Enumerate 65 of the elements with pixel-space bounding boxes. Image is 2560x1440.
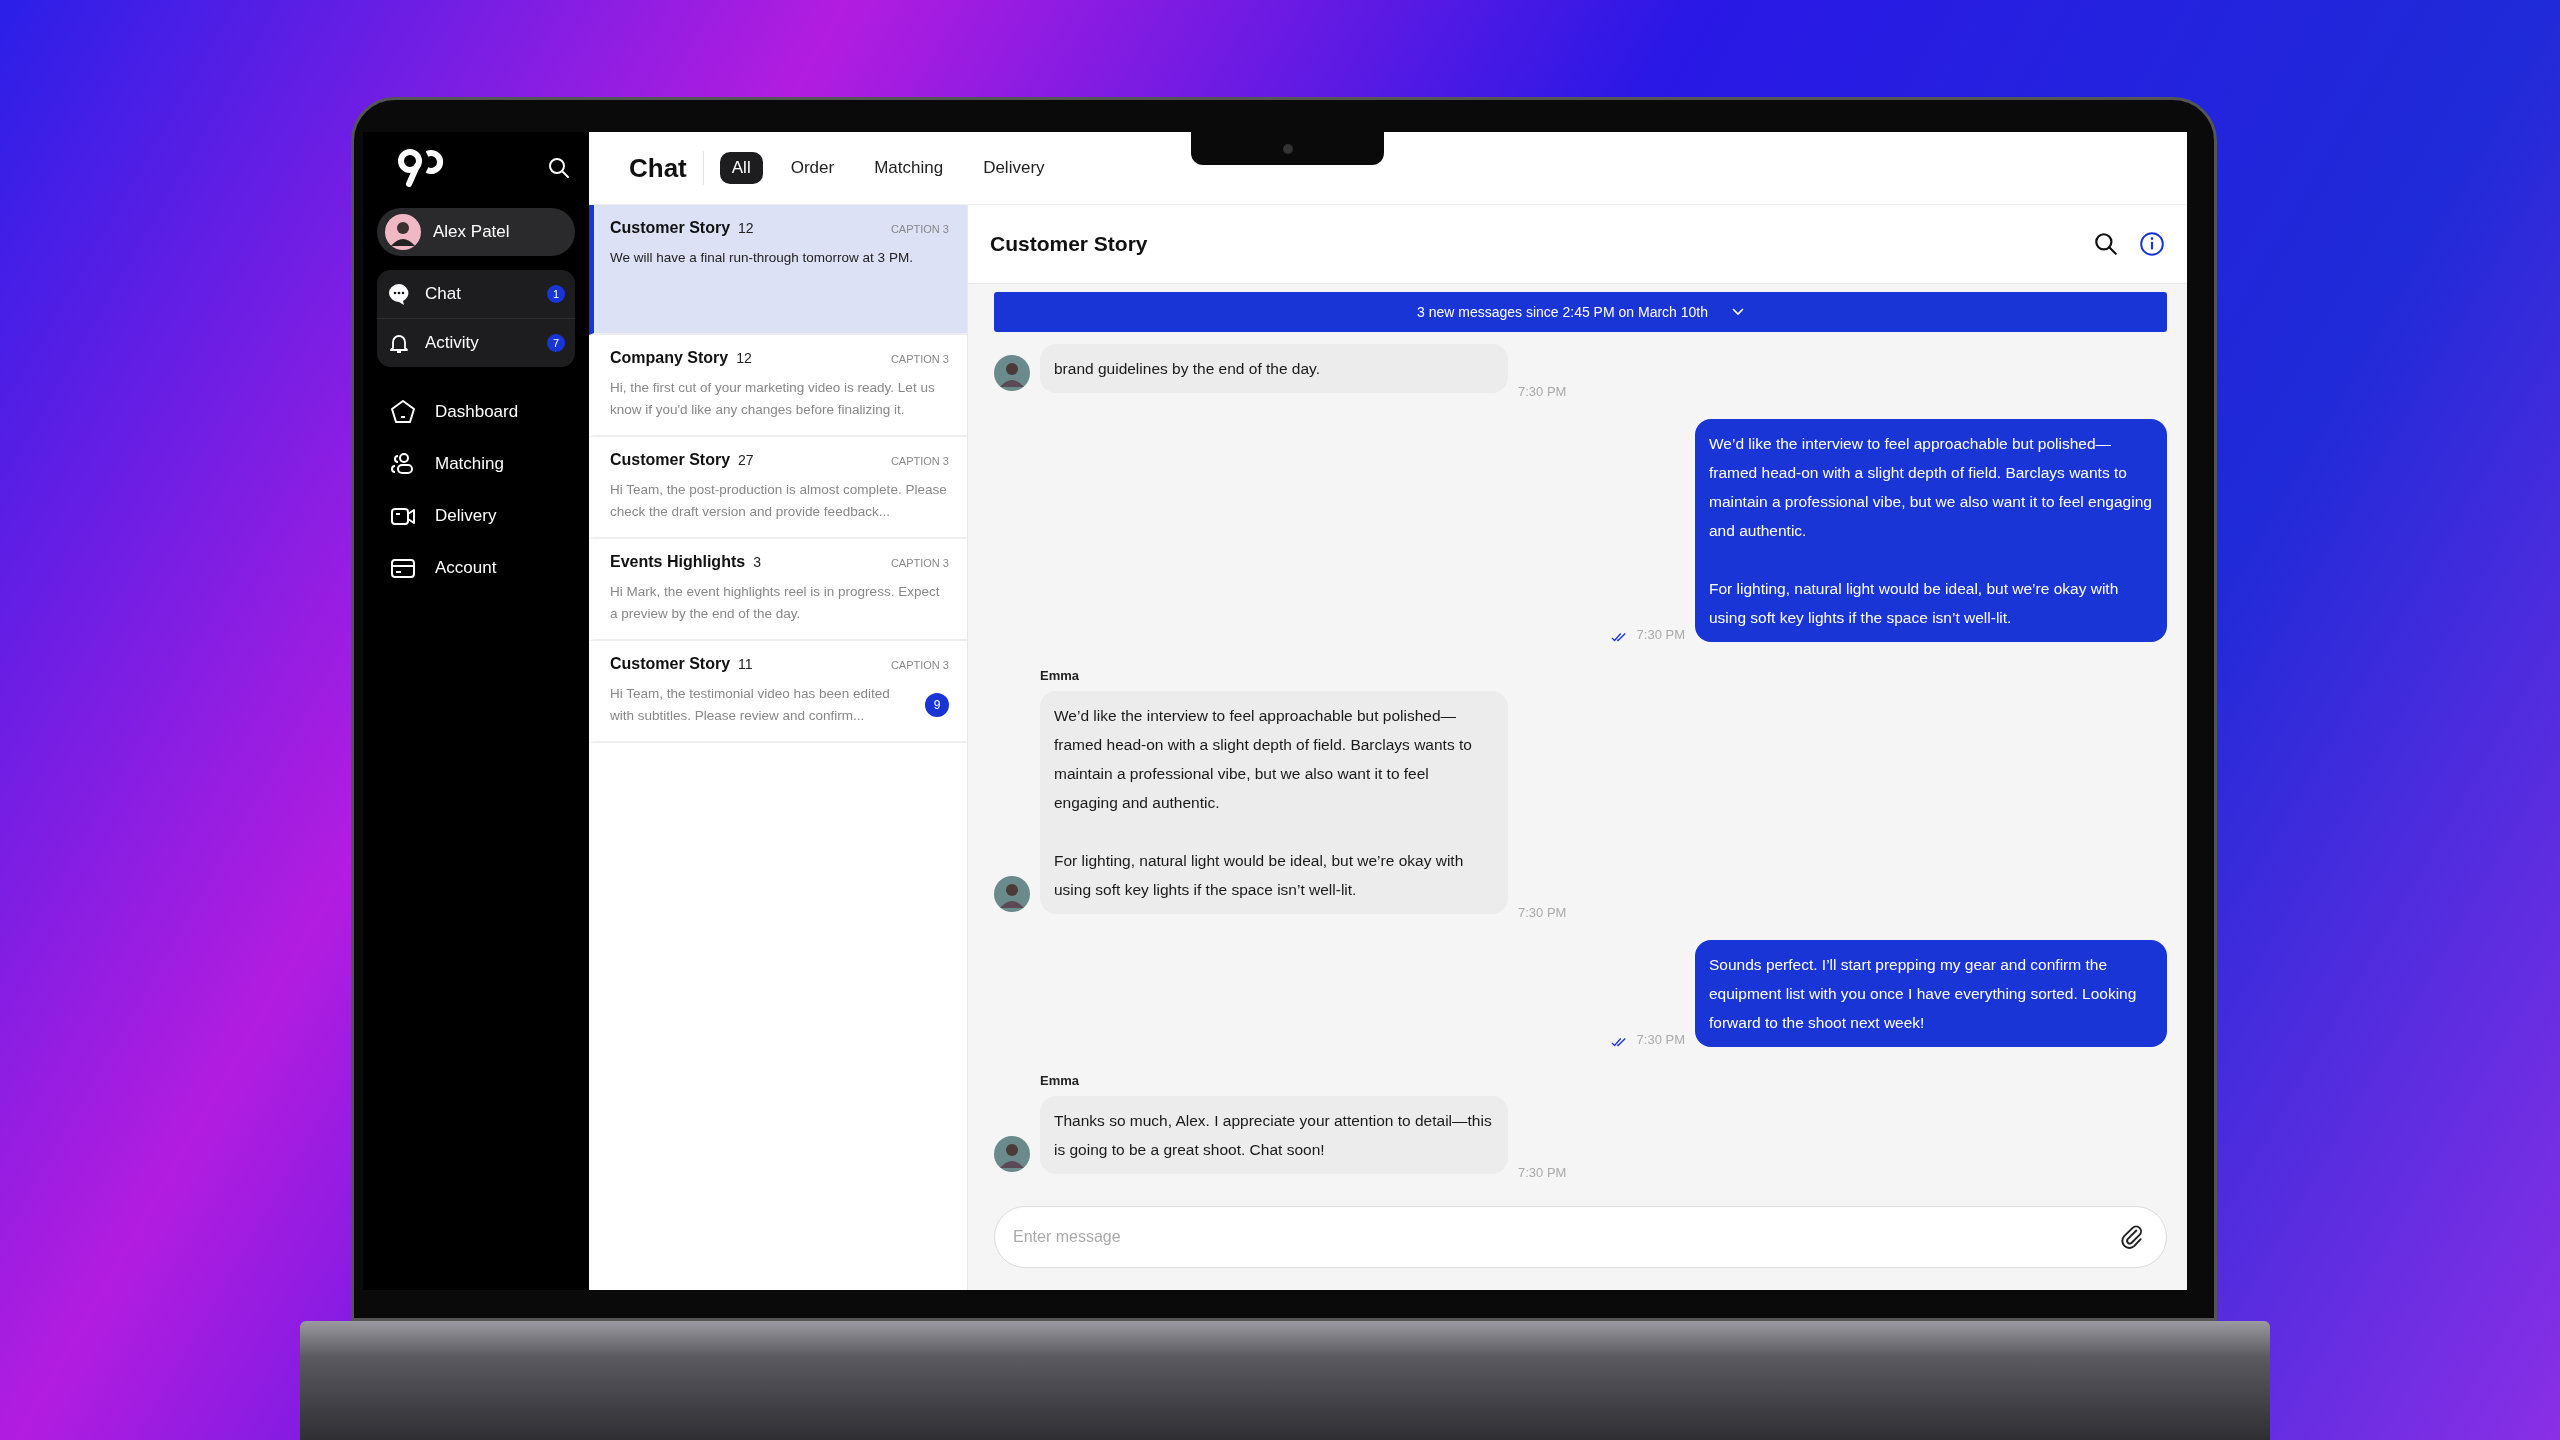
conversation-title: Customer Story — [610, 451, 731, 469]
sidebar-item[interactable]: Chat 1 — [377, 270, 575, 318]
message-preview: We will have a final run-through tomorrow at 3 PM. — [610, 249, 914, 267]
sender-name: Emma — [1040, 668, 1081, 683]
conversation-count: 27 — [738, 452, 755, 468]
avatar-icon — [994, 1136, 1030, 1172]
conversation-count: 12 — [738, 220, 755, 236]
conversation-count: 11 — [738, 656, 754, 672]
conversation-item[interactable]: Customer Story 11 CAPTION 3 Hi Team, the testimonial video has been edited with subtitles. Please review and confirm... 9 — [589, 641, 967, 743]
sender-name: Emma — [1040, 1073, 1081, 1088]
message-preview: Hi Team, the post-production is almost complete. Please check the draft version and provide feedback... — [610, 481, 948, 521]
message-bubble: We’d like the interview to feel approachable but polished—framed head-on with a slight depth of field. Barclays wants to maintain a professional vibe, but we also want it to feel engaging and authentic. For lighting, natural light would be ideal, but we’re okay with using soft key lights if the space isn’t well-lit. — [1040, 691, 1508, 914]
message-time: 7:30 PM — [1518, 384, 1567, 399]
avatar-icon — [385, 214, 421, 250]
count-badge: 7 — [547, 334, 565, 352]
conversation-header-title: Customer Story — [990, 232, 1149, 256]
filter-tab[interactable]: All — [719, 152, 763, 184]
conversation-title: Customer Story — [610, 655, 731, 673]
filter-tab[interactable]: Delivery — [971, 152, 1057, 184]
filter-tab[interactable]: Matching — [862, 152, 956, 184]
avatar-icon — [994, 355, 1030, 391]
page-title: Chat — [629, 152, 687, 184]
message-preview: Hi Team, the testimonial video has been edited with subtitles. Please review and confirm... — [610, 685, 891, 725]
paperclip-icon[interactable] — [2119, 1223, 2145, 1250]
home-icon — [389, 398, 417, 426]
sidebar-item[interactable]: Dashboard — [389, 395, 563, 429]
sidebar-item[interactable]: Delivery — [389, 499, 563, 533]
conversation-title: Company Story — [610, 349, 729, 367]
message-preview: Hi, the first cut of your marketing video is ready. Let us know if you'd like any changes before finalizing it. — [610, 379, 936, 419]
conversation-count: 12 — [736, 350, 753, 366]
message-time: 7:30 PM — [1636, 627, 1685, 642]
sidebar-item[interactable]: Matching — [389, 447, 563, 481]
sidebar-item[interactable]: Account — [389, 551, 563, 585]
message-bubble: We’d like the interview to feel approachable but polished—framed head-on with a slight depth of field. Barclays wants to maintain a professional vibe, but we also want it to feel engaging and authentic. For lighting, natural light would be ideal, but we’re okay with using soft key lights if the space isn’t well-lit. — [1695, 419, 2167, 642]
message-input[interactable]: Enter message — [994, 1205, 2167, 1268]
avatar-icon — [994, 876, 1030, 912]
chevron-down-icon — [1732, 308, 1744, 316]
info-icon[interactable] — [2139, 231, 2165, 257]
filter-tab[interactable]: Order — [778, 152, 847, 184]
conversation-title: Customer Story — [610, 219, 731, 237]
message-time: 7:30 PM — [1518, 905, 1567, 920]
caption-label: CAPTION 3 — [890, 455, 949, 467]
message-bubble: brand guidelines by the end of the day. — [1040, 344, 1508, 393]
message-bubble: Sounds perfect. I’ll start prepping my gear and confirm the equipment list with you once I have everything sorted. Looking forward to the shoot next week! — [1695, 940, 2167, 1047]
conversation-item[interactable]: Customer Story 12 CAPTION 3 We will have a final run-through tomorrow at 3 PM. — [589, 205, 967, 335]
message-bubble: Thanks so much, Alex. I appreciate your attention to detail—this is going to be a great shoot. Chat soon! — [1040, 1096, 1508, 1174]
conversation-title: Events Highlights — [610, 553, 746, 571]
search-icon[interactable] — [547, 156, 571, 180]
logo-icon — [397, 148, 445, 188]
conversation-count: 3 — [753, 554, 762, 570]
sidebar-item[interactable]: Activity 7 — [377, 318, 575, 367]
user-name: Alex Patel — [433, 222, 510, 242]
chat-bubble-icon — [387, 282, 411, 306]
caption-label: CAPTION 3 — [890, 223, 949, 235]
search-icon[interactable] — [2093, 231, 2119, 257]
message-time: 7:30 PM — [1636, 1032, 1685, 1047]
caption-label: CAPTION 3 — [890, 353, 949, 365]
message-preview: Hi Mark, the event highlights reel is in progress. Expect a preview by the end of the day. — [610, 583, 941, 623]
unread-badge: 9 — [925, 693, 949, 717]
user-profile-pill[interactable]: Alex Patel — [377, 208, 575, 256]
caption-label: CAPTION 3 — [890, 557, 949, 569]
caption-label: CAPTION 3 — [890, 659, 949, 671]
message-time: 7:30 PM — [1518, 1165, 1567, 1180]
new-messages-banner[interactable]: 3 new messages since 2:45 PM on March 10th — [994, 292, 2167, 332]
count-badge: 1 — [547, 285, 565, 303]
